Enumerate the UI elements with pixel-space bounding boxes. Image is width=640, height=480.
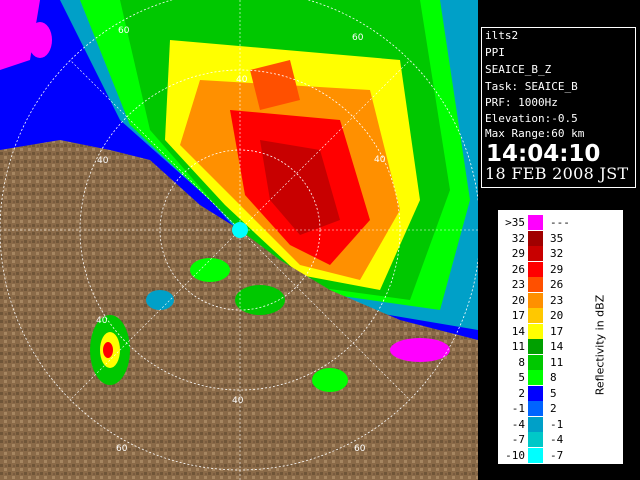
legend-low-value: 20	[511, 293, 525, 307]
prf-value: PRF: 1000Hz	[485, 96, 558, 109]
legend-row: 26 29	[504, 261, 590, 277]
legend-swatch	[528, 370, 543, 385]
range-ring-label: 40	[232, 396, 244, 406]
legend-row: 25	[504, 385, 590, 401]
legend-high-value: 20	[550, 309, 564, 322]
range-ring-label: 60	[116, 444, 128, 454]
range-ring-label: 60	[354, 444, 366, 454]
legend-low-value: 26	[511, 262, 525, 276]
legend-low-value: -4	[511, 417, 525, 431]
legend-row: 14 17	[504, 323, 590, 339]
legend-row: -1 2	[504, 401, 590, 416]
legend-high-value: 5	[550, 386, 557, 400]
legend-high-value: 23	[550, 293, 564, 307]
legend-low-value: 17	[511, 309, 525, 322]
legend-high-value: ---	[550, 216, 570, 229]
legend-swatch	[528, 292, 543, 308]
legend-swatch	[528, 215, 543, 230]
legend-row: -7 -4	[504, 432, 590, 447]
legend-high-value: 8	[550, 371, 557, 384]
legend-high-value: 2	[550, 402, 557, 415]
legend-low-value: 5	[518, 371, 525, 384]
legend-high-value: 14	[550, 340, 564, 353]
legend-high-value: 26	[550, 278, 564, 291]
legend-high-value: 32	[550, 247, 564, 260]
range-ring-label: 40	[236, 75, 248, 85]
legend-high-value: 11	[550, 355, 564, 369]
legend-high-value: -1	[550, 417, 564, 431]
legend-swatch	[528, 230, 543, 246]
radar-ppi-map[interactable]: 40 60 40 60 40 40 40 60 60	[0, 0, 478, 480]
legend-row: >35 ---	[504, 215, 590, 230]
legend-swatch	[528, 277, 543, 292]
scan-date: 18 FEB 2008 JST	[485, 164, 629, 183]
legend-low-value: -1	[511, 402, 525, 415]
legend-low-value: 2	[518, 386, 525, 400]
legend-low-value: >35	[505, 216, 525, 229]
elevation-value: Elevation:-0.5	[485, 112, 578, 125]
range-ring-label: 60	[352, 33, 364, 43]
legend-low-value: -10	[505, 448, 525, 462]
legend-row: 32 35	[504, 230, 590, 246]
legend-swatch	[528, 447, 543, 463]
legend-low-value: 32	[511, 231, 525, 245]
legend-row: 8 11	[504, 354, 590, 370]
radar-name: ilts2	[485, 29, 519, 42]
legend-row: -4 -1	[504, 416, 590, 432]
legend-low-value: -7	[511, 433, 525, 446]
legend-swatch	[528, 401, 543, 416]
legend-high-value: -4	[550, 433, 564, 446]
legend-row: 11 14	[504, 339, 590, 354]
product-name: SEAICE_B_Z	[485, 63, 552, 76]
radar-site	[232, 222, 248, 238]
range-ring-label: 40	[374, 155, 386, 165]
legend-row: 20 23	[504, 292, 590, 308]
max-range-value: Max Range:60 km	[485, 127, 585, 140]
legend-swatch	[528, 416, 543, 432]
legend-low-value: 29	[511, 247, 525, 260]
info-panel: ilts2 PPI SEAICE_B_Z Task: SEAICE_B PRF:…	[481, 27, 636, 188]
legend-swatch	[528, 323, 543, 339]
legend-high-value: -7	[550, 448, 564, 462]
legend-high-value: 35	[550, 231, 564, 245]
legend-row: -10 -7	[504, 447, 590, 463]
range-ring-label: 60	[118, 26, 130, 36]
legend-high-value: 29	[550, 262, 564, 276]
legend-row: 17 20	[504, 308, 590, 323]
legend-low-value: 14	[511, 324, 525, 338]
legend-low-value: 23	[511, 278, 525, 291]
legend-swatch	[528, 261, 543, 277]
range-ring-label: 40	[97, 156, 109, 166]
legend-swatch	[528, 339, 543, 354]
legend-swatch	[528, 354, 543, 370]
legend-swatch	[528, 432, 543, 447]
range-ring-label: 40	[96, 316, 108, 326]
legend-row: 29 32	[504, 246, 590, 261]
legend-swatch	[528, 246, 543, 261]
legend-title: Reflectivity in dBZ	[593, 294, 607, 396]
legend-swatch	[528, 308, 543, 323]
legend-low-value: 11	[511, 340, 525, 353]
color-legend: >35 --- 32 35 29 32 26 29 23 26 20 23 17 20 14 17 11 14 8 1…	[497, 209, 624, 465]
legend-high-value: 17	[550, 324, 564, 338]
task-name: Task: SEAICE_B	[485, 80, 578, 93]
legend-row: 23 26	[504, 277, 590, 292]
legend-swatch	[528, 385, 543, 401]
legend-low-value: 8	[518, 355, 525, 369]
scan-type: PPI	[485, 46, 505, 59]
legend-row: 58	[504, 370, 590, 385]
